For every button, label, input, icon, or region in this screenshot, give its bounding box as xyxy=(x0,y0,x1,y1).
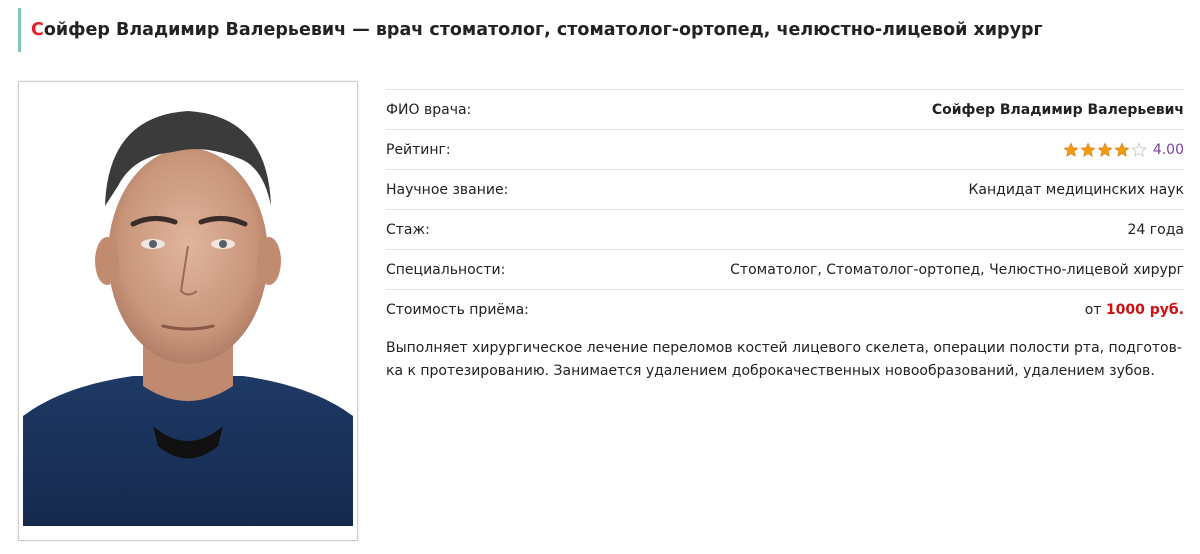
rating-stars xyxy=(1063,141,1147,158)
doctor-photo xyxy=(18,81,358,541)
doctor-portrait-icon xyxy=(23,86,353,526)
experience-value: 24 года xyxy=(1127,221,1184,238)
specialties-value: Стоматолог, Стоматолог-ортопед, Челюстно… xyxy=(730,261,1184,278)
price-value: 1000 руб. xyxy=(1105,301,1184,318)
doctor-info-table: ФИО врача: Сойфер Владимир Валерьевич Ре… xyxy=(386,89,1184,383)
info-row-specialties: Специальности: Стоматолог, Стоматолог-ор… xyxy=(386,249,1184,289)
degree-label: Научное звание: xyxy=(386,181,509,198)
star-filled-icon xyxy=(1097,141,1113,157)
page-title: Сойфер Владимир Валерьевич — врач стомат… xyxy=(31,20,1043,40)
info-row-name: ФИО врача: Сойфер Владимир Валерьевич xyxy=(386,89,1184,129)
star-filled-icon xyxy=(1080,141,1096,157)
info-row-degree: Научное звание: Кандидат медицинских нау… xyxy=(386,169,1184,209)
rating-value: 4.00 xyxy=(1152,141,1184,158)
title-first-letter: С xyxy=(31,20,44,40)
degree-value: Кандидат медицинских наук xyxy=(968,181,1184,198)
experience-label: Стаж: xyxy=(386,221,430,238)
info-row-price: Стоимость приёма: от 1000 руб. xyxy=(386,289,1184,329)
name-label: ФИО врача: xyxy=(386,101,472,118)
info-row-rating: Рейтинг: 4.00 xyxy=(386,129,1184,169)
price-prefix: от xyxy=(1084,301,1102,318)
name-value: Сойфер Владимир Валерьевич xyxy=(931,101,1184,118)
rating-label: Рейтинг: xyxy=(386,141,451,158)
rating-value-block: 4.00 xyxy=(1063,142,1184,158)
star-filled-icon xyxy=(1063,141,1079,157)
doctor-description: Выполняет хирургическое лечение переломо… xyxy=(386,340,1182,379)
specialties-label: Специальности: xyxy=(386,261,506,278)
page-title-block: Сойфер Владимир Валерьевич — врач стомат… xyxy=(18,8,1043,52)
title-text: ойфер Владимир Валерьевич — врач стомато… xyxy=(43,20,1043,40)
info-row-experience: Стаж: 24 года xyxy=(386,209,1184,249)
star-filled-icon xyxy=(1114,141,1130,157)
star-empty-icon xyxy=(1131,141,1147,157)
price-label: Стоимость приёма: xyxy=(386,301,529,318)
price-block: от 1000 руб. xyxy=(1085,302,1184,318)
